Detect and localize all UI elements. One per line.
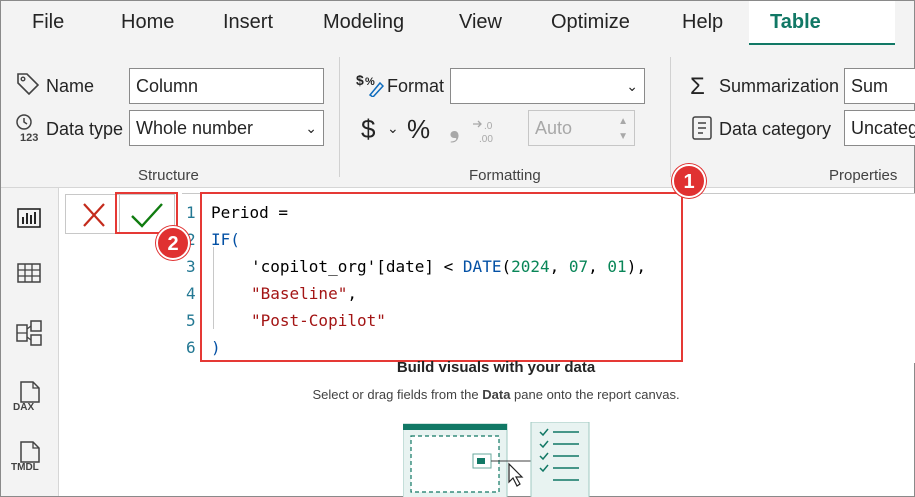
callout-badge-1: 1 <box>672 164 706 198</box>
menu-file[interactable]: File <box>32 1 64 45</box>
callout-badge-2: 2 <box>156 226 190 260</box>
formatting-group-label: Formatting <box>469 167 541 184</box>
line-number: 4 <box>186 284 196 303</box>
tmdl-label: TMDL <box>11 462 39 473</box>
line-number: 6 <box>186 338 196 357</box>
ribbon: Name Column 123 Data type Whole number ⌄… <box>1 45 915 188</box>
line-number: 5 <box>186 311 196 330</box>
decrease-decimal-icon[interactable]: .0.00 <box>472 118 500 149</box>
structure-group-label: Structure <box>138 167 199 184</box>
menu-home[interactable]: Home <box>121 1 174 45</box>
data-category-icon <box>691 115 713 146</box>
menu-help[interactable]: Help <box>682 1 723 45</box>
svg-text:%: % <box>365 76 375 88</box>
chevron-down-icon[interactable]: ⌄ <box>387 120 399 137</box>
name-input[interactable]: Column <box>129 68 324 104</box>
svg-text:123: 123 <box>20 132 38 143</box>
menu-modeling[interactable]: Modeling <box>323 1 404 45</box>
canvas-sub-suffix: pane onto the report canvas. <box>510 387 680 402</box>
sigma-icon: Σ <box>690 73 705 100</box>
canvas-sub-prefix: Select or drag fields from the <box>312 387 483 402</box>
line-number: 3 <box>186 257 196 276</box>
data-category-select[interactable]: Uncateg <box>844 110 915 146</box>
format-select[interactable]: ⌄ <box>450 68 645 104</box>
data-type-select[interactable]: Whole number ⌄ <box>129 110 324 146</box>
svg-text:$: $ <box>356 72 364 88</box>
model-view-icon[interactable] <box>11 315 47 351</box>
menu-bar: File Home Insert Modeling View Optimize … <box>1 1 914 75</box>
chevron-down-icon: ⌄ <box>305 120 317 136</box>
tmdl-view-icon[interactable]: TMDL <box>11 438 47 474</box>
table-view-icon[interactable] <box>11 255 47 291</box>
properties-group-label: Properties <box>829 167 898 184</box>
report-view-icon[interactable] <box>11 200 47 236</box>
data-type-value: Whole number <box>136 118 254 138</box>
name-label: Name <box>46 76 95 96</box>
menu-view[interactable]: View <box>459 1 502 45</box>
format-icon: $% <box>356 71 385 102</box>
data-category-label: Data category <box>719 119 832 139</box>
svg-text:.00: .00 <box>479 134 493 144</box>
canvas-empty-subtitle: Select or drag fields from the Data pane… <box>1 387 915 402</box>
summarization-label: Summarization <box>719 76 840 96</box>
spin-up-icon[interactable]: ▲ <box>618 116 628 128</box>
decimal-places-value: Auto <box>535 118 573 138</box>
build-visual-illustration <box>402 421 593 497</box>
group-divider <box>670 57 671 177</box>
data-type-label: Data type <box>46 119 124 139</box>
line-number: 1 <box>186 203 196 222</box>
spin-down-icon[interactable]: ▼ <box>618 131 628 143</box>
decimal-places-input[interactable]: Auto ▲ ▼ <box>528 110 635 146</box>
view-rail: DAX TMDL <box>1 188 59 496</box>
data-type-icon: 123 <box>14 113 44 148</box>
format-label: Format <box>387 76 445 96</box>
menu-optimize[interactable]: Optimize <box>551 1 630 45</box>
canvas-empty-title: Build visuals with your data <box>396 359 596 376</box>
svg-text:.0: .0 <box>484 121 493 132</box>
summarization-select[interactable]: Sum <box>844 68 915 104</box>
chevron-down-icon: ⌄ <box>626 78 638 94</box>
cancel-formula-button[interactable] <box>65 194 121 234</box>
menu-insert[interactable]: Insert <box>223 1 273 45</box>
group-divider <box>339 57 340 177</box>
close-icon <box>83 203 105 227</box>
percent-button[interactable]: % <box>407 114 430 145</box>
canvas-sub-bold: Data <box>482 387 511 402</box>
currency-button[interactable]: $ <box>361 114 375 145</box>
tag-icon <box>15 71 41 100</box>
dax-label: DAX <box>13 402 35 413</box>
formula-highlight-box <box>200 192 683 362</box>
comma-style-button[interactable]: ❟ <box>449 112 460 145</box>
menu-table-tools[interactable]: Table tools <box>749 1 895 75</box>
